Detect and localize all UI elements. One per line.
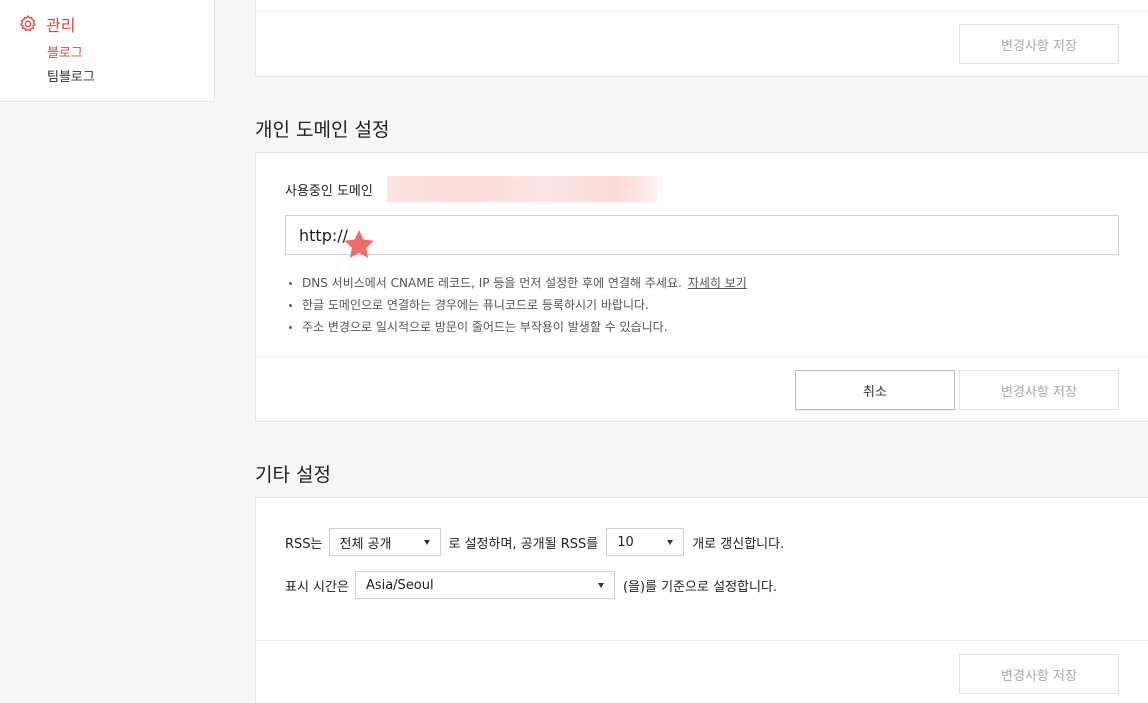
domain-settings-card: 사용중인 도메인 DNS 서비스에서 CNAME 레코드, IP 등을 먼저 설… <box>255 152 1148 422</box>
previous-settings-card: 변경사항 저장 <box>255 0 1148 77</box>
timezone-suffix: (을)를 기준으로 설정합니다. <box>622 579 778 595</box>
gear-icon <box>20 14 36 32</box>
rss-prefix: RSS는 <box>285 536 323 552</box>
rss-suffix: 개로 갱신합니다. <box>692 536 785 552</box>
domain-notes: DNS 서비스에서 CNAME 레코드, IP 등을 먼저 설정한 후에 연결해… <box>287 272 747 338</box>
caret-down-icon <box>423 539 430 545</box>
star-icon <box>344 230 374 258</box>
card-footer: 변경사항 저장 <box>256 11 1148 77</box>
card-footer: 변경사항 저장 <box>256 640 1148 703</box>
more-info-link[interactable]: 자세히 보기 <box>688 276 747 290</box>
card-footer: 취소 변경사항 저장 <box>256 356 1148 422</box>
note-item: 한글 도메인으로 연결하는 경우에는 퓨니코드로 등록하시기 바랍니다. <box>287 294 747 316</box>
sidebar-item-blog[interactable]: 블로그 <box>47 42 83 61</box>
sidebar-item-teamblog[interactable]: 팀블로그 <box>47 66 95 85</box>
caret-down-icon <box>597 582 604 588</box>
current-domain-value-redacted <box>387 176 657 202</box>
timezone-select[interactable]: Asia/Seoul <box>354 571 615 599</box>
caret-down-icon <box>667 539 674 545</box>
other-settings-card: RSS는 전체 공개 로 설정하며, 공개될 RSS를 10 개로 갱신합니다.… <box>255 497 1148 703</box>
rss-visibility-select[interactable]: 전체 공개 <box>328 528 441 556</box>
save-button[interactable]: 변경사항 저장 <box>959 654 1119 694</box>
save-button[interactable]: 변경사항 저장 <box>959 24 1119 64</box>
note-item: 주소 변경으로 일시적으로 방문이 줄어드는 부작용이 발생할 수 있습니다. <box>287 316 747 338</box>
rss-middle-text: 로 설정하며, 공개될 RSS를 <box>448 536 599 552</box>
rss-row: RSS는 전체 공개 로 설정하며, 공개될 RSS를 10 개로 갱신합니다. <box>285 528 784 556</box>
other-section-title: 기타 설정 <box>255 464 331 486</box>
timezone-row: 표시 시간은 Asia/Seoul (을)를 기준으로 설정합니다. <box>285 571 777 599</box>
sidebar-heading[interactable]: 관리 <box>18 12 75 36</box>
timezone-prefix: 표시 시간은 <box>285 579 349 595</box>
cancel-button[interactable]: 취소 <box>795 370 955 410</box>
domain-section-title: 개인 도메인 설정 <box>255 119 390 141</box>
rss-count-select[interactable]: 10 <box>606 528 685 556</box>
note-item: DNS 서비스에서 CNAME 레코드, IP 등을 먼저 설정한 후에 연결해… <box>287 272 747 294</box>
domain-url-input[interactable] <box>285 215 1119 255</box>
current-domain-label: 사용중인 도메인 <box>285 184 373 199</box>
sidebar: 관리 블로그 팀블로그 <box>0 0 215 102</box>
sidebar-heading-label: 관리 <box>46 16 76 35</box>
save-button[interactable]: 변경사항 저장 <box>959 370 1119 410</box>
